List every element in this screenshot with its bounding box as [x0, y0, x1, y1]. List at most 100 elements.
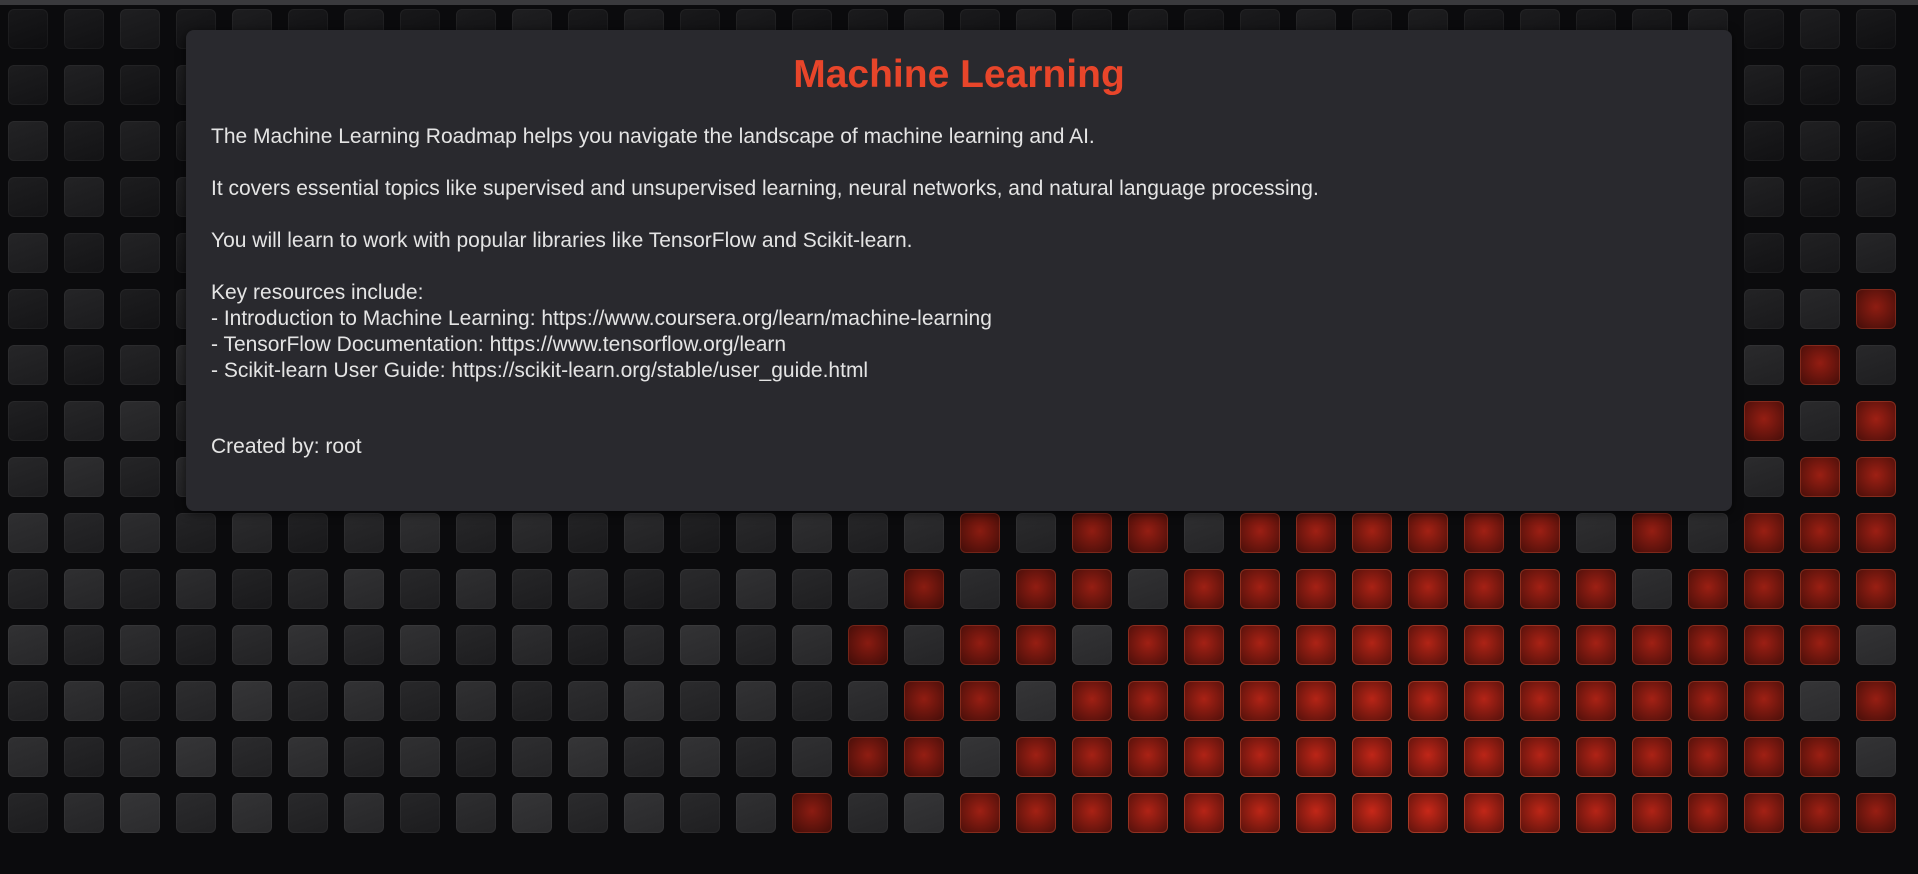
background-tile	[960, 737, 1000, 777]
background-tile	[1408, 513, 1448, 553]
background-tile	[1576, 737, 1616, 777]
created-by-credit: Created by: root	[211, 435, 362, 458]
background-tile	[1408, 737, 1448, 777]
background-tile	[1464, 625, 1504, 665]
background-tile	[1744, 345, 1784, 385]
background-tile	[1184, 513, 1224, 553]
background-tile	[792, 625, 832, 665]
background-tile	[1856, 65, 1896, 105]
page-title: Machine Learning	[793, 53, 1125, 96]
background-tile	[1240, 569, 1280, 609]
background-tile	[1352, 625, 1392, 665]
background-tile	[1744, 177, 1784, 217]
background-tile	[1632, 625, 1672, 665]
background-tile	[568, 569, 608, 609]
background-tile	[1800, 65, 1840, 105]
background-tile	[8, 569, 48, 609]
background-tile	[1352, 569, 1392, 609]
background-tile	[848, 681, 888, 721]
background-tile	[1800, 121, 1840, 161]
background-tile	[1408, 681, 1448, 721]
background-tile	[1184, 625, 1224, 665]
background-tile	[64, 65, 104, 105]
background-tile	[1800, 681, 1840, 721]
background-tile	[120, 737, 160, 777]
background-tile	[288, 793, 328, 833]
background-tile	[400, 793, 440, 833]
background-tile	[1688, 513, 1728, 553]
background-tile	[8, 121, 48, 161]
background-tile	[512, 513, 552, 553]
background-tile	[1464, 793, 1504, 833]
background-tile	[1464, 513, 1504, 553]
background-tile	[1744, 401, 1784, 441]
background-tile	[1072, 737, 1112, 777]
background-tile	[1632, 681, 1672, 721]
background-tile	[1352, 681, 1392, 721]
background-tile	[8, 177, 48, 217]
background-tile	[120, 345, 160, 385]
background-tile	[736, 737, 776, 777]
background-tile	[1296, 681, 1336, 721]
background-tile	[1576, 569, 1616, 609]
background-tile	[1352, 793, 1392, 833]
background-tile	[8, 681, 48, 721]
background-tile	[1576, 625, 1616, 665]
background-tile	[1240, 737, 1280, 777]
background-tile	[1800, 457, 1840, 497]
background-tile	[792, 569, 832, 609]
background-tile	[8, 625, 48, 665]
background-tile	[456, 681, 496, 721]
background-tile	[848, 625, 888, 665]
background-tile	[176, 513, 216, 553]
background-tile	[960, 625, 1000, 665]
background-tile	[1016, 625, 1056, 665]
background-tile	[848, 793, 888, 833]
topics-paragraph: It covers essential topics like supervis…	[211, 177, 1319, 200]
background-tile	[288, 513, 328, 553]
background-tile	[64, 177, 104, 217]
background-tile	[1856, 401, 1896, 441]
background-tile	[1184, 793, 1224, 833]
background-tile	[1240, 625, 1280, 665]
background-tile	[680, 793, 720, 833]
background-tile	[176, 737, 216, 777]
background-tile	[1856, 737, 1896, 777]
background-tile	[176, 569, 216, 609]
background-tile	[176, 625, 216, 665]
background-tile	[1016, 737, 1056, 777]
background-tile	[1688, 625, 1728, 665]
background-tile	[1072, 625, 1112, 665]
background-tile	[120, 793, 160, 833]
background-tile	[624, 513, 664, 553]
background-tile	[1576, 513, 1616, 553]
background-tile	[8, 233, 48, 273]
background-tile	[736, 793, 776, 833]
background-tile	[1856, 569, 1896, 609]
background-tile	[512, 793, 552, 833]
background-tile	[64, 569, 104, 609]
background-tile	[1744, 569, 1784, 609]
background-tile	[1072, 569, 1112, 609]
background-tile	[400, 625, 440, 665]
background-tile	[904, 569, 944, 609]
background-tile	[1016, 681, 1056, 721]
background-tile	[8, 65, 48, 105]
background-tile	[120, 681, 160, 721]
background-tile	[64, 233, 104, 273]
background-tile	[1184, 681, 1224, 721]
background-tile	[1576, 681, 1616, 721]
background-tile	[960, 793, 1000, 833]
intro-paragraph: The Machine Learning Roadmap helps you n…	[211, 125, 1095, 148]
background-tile	[120, 233, 160, 273]
background-tile	[120, 457, 160, 497]
background-tile	[1744, 121, 1784, 161]
background-tile	[1072, 681, 1112, 721]
background-tile	[1632, 793, 1672, 833]
background-tile	[1744, 457, 1784, 497]
background-tile	[512, 625, 552, 665]
background-tile	[960, 513, 1000, 553]
background-tile	[8, 345, 48, 385]
background-tile	[8, 289, 48, 329]
background-tile	[344, 569, 384, 609]
